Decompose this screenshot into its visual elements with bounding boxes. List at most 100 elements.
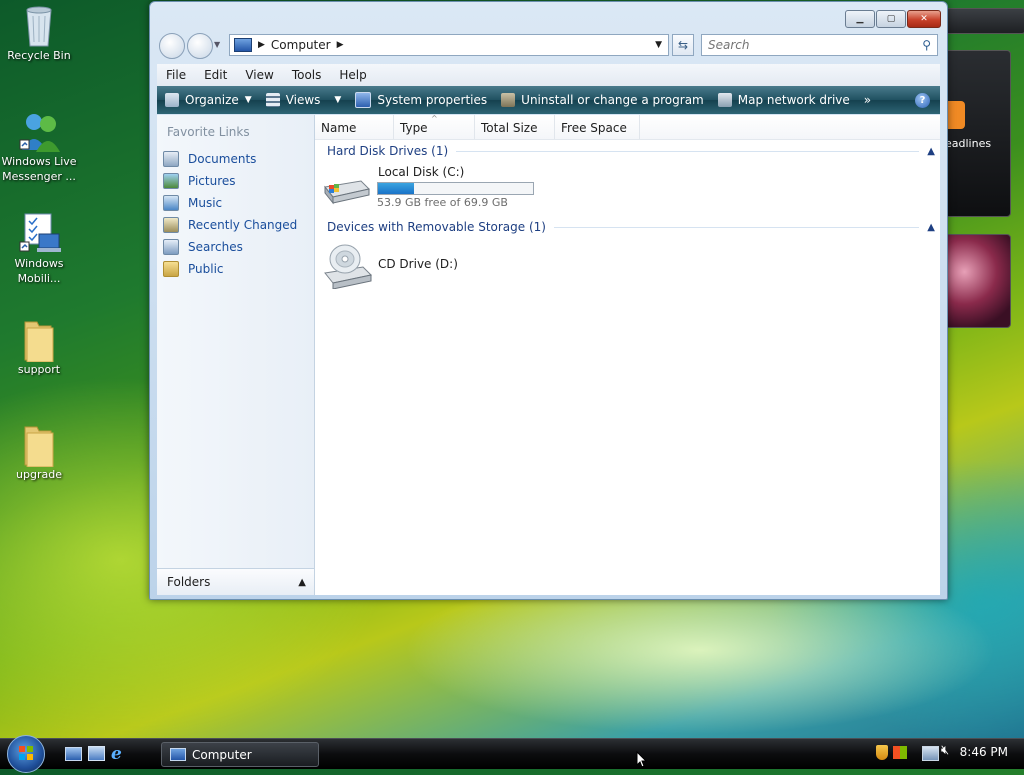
command-bar: Organize ▼ Views ▼ System properties Uni… bbox=[157, 86, 940, 114]
map-drive-label: Map network drive bbox=[737, 93, 850, 107]
hard-disk-icon bbox=[323, 177, 371, 208]
views-button[interactable]: Views ▼ bbox=[265, 93, 342, 107]
caption-buttons: ▁ ▢ ✕ bbox=[845, 10, 941, 28]
free-space-text: 53.9 GB free of 69.9 GB bbox=[377, 196, 508, 209]
favorite-link-documents[interactable]: Documents bbox=[163, 151, 256, 167]
breadcrumb-arrow-icon[interactable]: ▶ bbox=[337, 40, 344, 50]
desktop-icon-label: upgrade bbox=[16, 468, 62, 481]
feed-headlines-gadget[interactable]: eadlines bbox=[944, 50, 1011, 217]
desktop-icon-recycle-bin[interactable]: Recycle Bin bbox=[1, 4, 77, 63]
menu-view[interactable]: View bbox=[236, 68, 282, 82]
search-box[interactable]: ⚲ bbox=[701, 34, 938, 56]
system-clock[interactable]: 8:46 PM bbox=[960, 745, 1008, 759]
refresh-button[interactable]: ⇆ bbox=[672, 34, 694, 56]
more-commands-button[interactable]: » bbox=[864, 93, 871, 107]
favorite-link-searches[interactable]: Searches bbox=[163, 239, 243, 255]
group-divider bbox=[456, 150, 920, 152]
desktop-icon-label: Recycle Bin bbox=[7, 49, 71, 62]
more-commands-label: » bbox=[863, 93, 872, 107]
uninstall-icon bbox=[501, 93, 516, 107]
internet-explorer-icon[interactable]: e bbox=[111, 744, 122, 764]
mouse-cursor-icon bbox=[636, 750, 648, 771]
favorite-link-pictures[interactable]: Pictures bbox=[163, 173, 236, 189]
organize-button[interactable]: Organize ▼ bbox=[165, 93, 252, 107]
desktop-icon-windows-mobile[interactable]: Windows Mobili... bbox=[1, 212, 77, 286]
minimize-button[interactable]: ▁ bbox=[845, 10, 875, 28]
organize-icon bbox=[165, 93, 179, 107]
desktop-icon-support[interactable]: support bbox=[1, 318, 77, 377]
map-network-drive-button[interactable]: Map network drive bbox=[717, 93, 850, 107]
favorite-link-public[interactable]: Public bbox=[163, 261, 224, 277]
navigation-pane: Favorite Links Documents Pictures Music … bbox=[157, 115, 315, 595]
group-title: Hard Disk Drives (1) bbox=[327, 144, 449, 158]
group-title: Devices with Removable Storage (1) bbox=[327, 220, 546, 234]
uninstall-label: Uninstall or change a program bbox=[521, 93, 704, 107]
recently-changed-icon bbox=[163, 217, 179, 233]
content-pane: Name Type ^ Total Size Free Space Hard D… bbox=[315, 114, 940, 595]
back-button[interactable] bbox=[159, 33, 185, 59]
column-name[interactable]: Name bbox=[315, 115, 394, 139]
menu-bar: File Edit View Tools Help bbox=[157, 64, 940, 86]
slideshow-gadget[interactable] bbox=[944, 234, 1011, 328]
breadcrumb-computer[interactable]: Computer bbox=[271, 38, 331, 52]
address-dropdown-icon[interactable]: ▼ bbox=[655, 40, 662, 50]
group-header-hard-disks[interactable]: Hard Disk Drives (1) ▲ bbox=[327, 144, 935, 158]
show-desktop-icon[interactable] bbox=[65, 747, 82, 761]
security-shield-icon[interactable] bbox=[876, 745, 888, 760]
switch-windows-icon[interactable] bbox=[88, 746, 105, 761]
local-disk-label: Local Disk (C:) bbox=[378, 165, 465, 179]
chevron-up-icon: ▲ bbox=[927, 145, 935, 157]
taskbar-button-computer[interactable]: Computer bbox=[161, 742, 319, 767]
favorite-link-recently-changed[interactable]: Recently Changed bbox=[163, 217, 297, 233]
favorite-link-music[interactable]: Music bbox=[163, 195, 222, 211]
desktop-icon-label: Windows Live Messenger ... bbox=[1, 155, 77, 183]
menu-file[interactable]: File bbox=[157, 68, 195, 82]
favorite-link-label: Searches bbox=[188, 240, 243, 254]
favorite-link-label: Recently Changed bbox=[188, 218, 298, 232]
windows-flag-icon[interactable] bbox=[893, 746, 907, 759]
uninstall-program-button[interactable]: Uninstall or change a program bbox=[501, 93, 704, 107]
system-properties-button[interactable]: System properties bbox=[355, 92, 487, 108]
menu-tools[interactable]: Tools bbox=[283, 68, 331, 82]
public-folder-icon bbox=[163, 261, 179, 277]
folders-toggle[interactable]: Folders ▲ bbox=[157, 568, 314, 595]
cd-drive-item[interactable]: CD Drive (D:) bbox=[323, 243, 543, 290]
explorer-window[interactable]: ▁ ▢ ✕ ▼ ▶ Computer ▶ ▼ ⇆ ⚲ File Edit Vie… bbox=[149, 1, 948, 600]
menu-edit[interactable]: Edit bbox=[195, 68, 236, 82]
recent-pages-dropdown[interactable]: ▼ bbox=[214, 40, 220, 49]
column-total-size[interactable]: Total Size bbox=[475, 115, 555, 139]
column-free-space[interactable]: Free Space bbox=[555, 115, 640, 139]
maximize-button[interactable]: ▢ bbox=[876, 10, 906, 28]
system-properties-icon bbox=[355, 92, 372, 108]
sort-indicator-icon: ^ bbox=[431, 114, 438, 123]
favorite-link-label: Documents bbox=[188, 152, 257, 166]
desktop-icon-upgrade[interactable]: upgrade bbox=[1, 423, 77, 482]
group-header-removable[interactable]: Devices with Removable Storage (1) ▲ bbox=[327, 220, 935, 234]
cd-drive-label: CD Drive (D:) bbox=[378, 257, 458, 271]
forward-button[interactable] bbox=[187, 33, 213, 59]
views-label: Views bbox=[285, 93, 321, 107]
documents-icon bbox=[163, 151, 179, 167]
rss-icon bbox=[945, 101, 965, 129]
chevron-up-icon: ▲ bbox=[927, 221, 935, 233]
network-icon[interactable] bbox=[922, 746, 939, 761]
favorite-link-label: Music bbox=[188, 196, 223, 210]
breadcrumb-arrow-icon[interactable]: ▶ bbox=[258, 40, 265, 50]
sidebar-gadget-toolbar[interactable] bbox=[944, 8, 1024, 34]
searches-icon bbox=[163, 239, 179, 255]
folder-icon bbox=[19, 318, 59, 363]
folders-label: Folders bbox=[167, 575, 211, 589]
computer-icon bbox=[234, 38, 252, 52]
menu-help[interactable]: Help bbox=[330, 68, 375, 82]
favorite-link-label: Pictures bbox=[188, 174, 236, 188]
desktop-icon-messenger[interactable]: Windows Live Messenger ... bbox=[1, 110, 77, 184]
taskbar-button-label: Computer bbox=[192, 747, 252, 762]
search-input[interactable] bbox=[706, 37, 910, 53]
chevron-down-icon: ▼ bbox=[334, 95, 342, 105]
start-button[interactable] bbox=[7, 735, 45, 773]
search-icon[interactable]: ⚲ bbox=[922, 38, 931, 52]
help-icon[interactable]: ? bbox=[915, 92, 930, 108]
volume-muted-icon[interactable]: 🔇︎ bbox=[941, 743, 949, 758]
close-button[interactable]: ✕ bbox=[907, 10, 941, 28]
address-bar[interactable]: ▶ Computer ▶ ▼ bbox=[229, 34, 669, 56]
